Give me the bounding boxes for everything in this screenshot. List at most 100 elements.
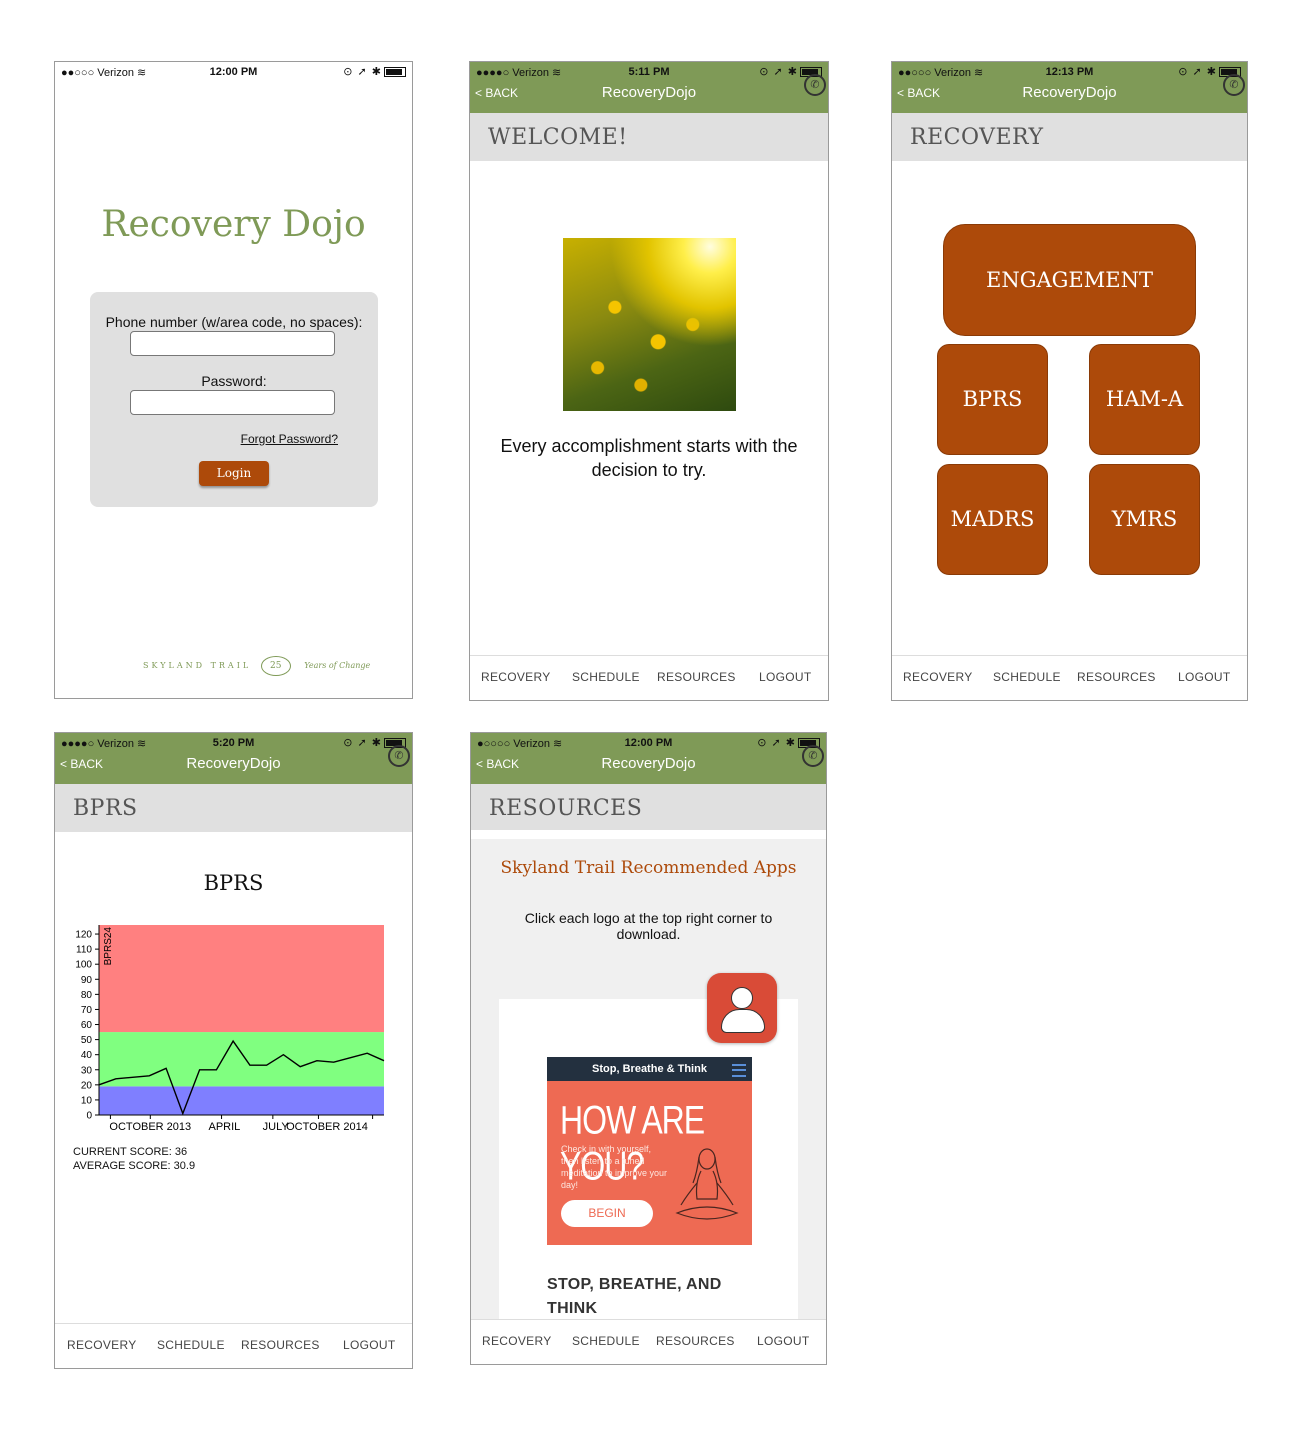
y-tick-label-70: 70 [81, 1005, 93, 1016]
tab-bar: RECOVERY SCHEDULE RESOURCES LOGOUT [471, 1319, 826, 1364]
status-bar: ●●○○○ Verizon ≋ 12:00 PM ⊙ ➚ ✱ [55, 62, 412, 82]
tab-logout[interactable]: LOGOUT [343, 1338, 395, 1352]
meditation-app-icon[interactable] [707, 973, 777, 1043]
ham-a-tile[interactable]: HAM-A [1089, 344, 1200, 455]
welcome-screen: ●●●●○ Verizon ≋ 5:11 PM ⊙ ➚ ✱ < BACK Rec… [469, 61, 829, 701]
y-tick-label-40: 40 [81, 1050, 93, 1061]
page-title: BPRS [73, 796, 138, 821]
engagement-tile[interactable]: ENGAGEMENT [943, 224, 1196, 336]
y-tick-label-60: 60 [81, 1020, 93, 1031]
tab-logout[interactable]: LOGOUT [759, 670, 811, 684]
status-bar: ●●○○○ Verizon ≋ 12:13 PM ⊙ ➚ ✱ [892, 62, 1247, 82]
section-description: Click each logo at the top right corner … [524, 910, 773, 942]
tab-recovery[interactable]: RECOVERY [903, 670, 973, 684]
app-screenshot: Stop, Breathe & Think HOW ARE YOU? Check… [547, 1057, 752, 1245]
phone-call-icon[interactable]: ✆ [804, 74, 826, 96]
app-bar-title: Stop, Breathe & Think [547, 1057, 752, 1081]
phone-call-icon[interactable]: ✆ [802, 745, 824, 767]
app-subtext: Check in with yourself, then listen to a… [561, 1144, 668, 1190]
page-title: WELCOME! [488, 125, 628, 150]
score-summary: CURRENT SCORE: 36 AVERAGE SCORE: 30.9 [73, 1145, 195, 1173]
nav-header: ●○○○○ Verizon ≋ 12:00 PM ⊙ ➚ ✱ < BACK Re… [471, 733, 826, 784]
tab-logout[interactable]: LOGOUT [1178, 670, 1230, 684]
x-tick-label-0: OCTOBER 2013 [109, 1121, 191, 1133]
status-bar: ●○○○○ Verizon ≋ 12:00 PM ⊙ ➚ ✱ [471, 733, 826, 753]
tab-logout[interactable]: LOGOUT [757, 1334, 809, 1348]
hamburger-menu-icon [732, 1064, 746, 1077]
app-title: RecoveryDojo [601, 84, 697, 101]
chart-band-1 [99, 1032, 384, 1087]
flower-image [563, 238, 736, 411]
page-title: RESOURCES [489, 796, 643, 821]
page-title-bar: RESOURCES [471, 784, 826, 830]
tab-schedule[interactable]: SCHEDULE [572, 1334, 640, 1348]
tab-recovery[interactable]: RECOVERY [67, 1338, 137, 1352]
status-icons: ⊙ ➚ ✱ [343, 65, 406, 78]
app-logo-title: Recovery Dojo [101, 204, 366, 245]
y-tick-label-30: 30 [81, 1065, 93, 1076]
nav-header: ●●●●○ Verizon ≋ 5:20 PM ⊙ ➚ ✱ < BACK Rec… [55, 733, 412, 784]
ymrs-tile[interactable]: YMRS [1089, 464, 1200, 575]
begin-button: BEGIN [561, 1200, 653, 1227]
page-title-bar: BPRS [55, 784, 412, 832]
tab-resources[interactable]: RESOURCES [657, 670, 736, 684]
tab-schedule[interactable]: SCHEDULE [157, 1338, 225, 1352]
phone-input[interactable] [130, 331, 335, 356]
bprs-chart: 0 10 20 30 40 50 60 70 80 90 100 110 120 BPRS24 OCTOBE… [75, 925, 385, 1133]
battery-icon [384, 67, 406, 78]
anniversary-mark: 25 [260, 656, 291, 676]
y-tick-label-90: 90 [81, 975, 93, 986]
y-tick-label-100: 100 [75, 960, 92, 971]
tab-recovery[interactable]: RECOVERY [482, 1334, 552, 1348]
footer-brand: SKYLAND TRAIL [143, 661, 252, 670]
tab-bar: RECOVERY SCHEDULE RESOURCES LOGOUT [892, 655, 1247, 700]
footer-tagline: Years of Change [304, 661, 371, 670]
y-tick-label-120: 120 [75, 930, 92, 941]
app-title: RecoveryDojo [186, 755, 281, 772]
x-tick-label-1: APRIL [209, 1121, 241, 1133]
app-title: RecoveryDojo [1022, 84, 1117, 101]
y-tick-label-0: 0 [86, 1111, 92, 1122]
nav-header: ●●●●○ Verizon ≋ 5:11 PM ⊙ ➚ ✱ < BACK Rec… [470, 62, 828, 113]
x-tick-label-3: OCTOBER 2014 [286, 1121, 368, 1133]
tab-schedule[interactable]: SCHEDULE [993, 670, 1061, 684]
app-name: STOP, BREATHE, AND THINK [547, 1276, 722, 1317]
forgot-password-link[interactable]: Forgot Password? [241, 432, 338, 446]
phone-call-icon[interactable]: ✆ [388, 745, 410, 767]
tab-schedule[interactable]: SCHEDULE [572, 670, 640, 684]
password-input[interactable] [130, 390, 335, 415]
motivational-quote: Every accomplishment starts with the dec… [500, 436, 798, 480]
tab-resources[interactable]: RESOURCES [241, 1338, 320, 1352]
page-title-bar: WELCOME! [470, 113, 828, 161]
tab-resources[interactable]: RESOURCES [656, 1334, 735, 1348]
resources-screen: ●○○○○ Verizon ≋ 12:00 PM ⊙ ➚ ✱ < BACK Re… [470, 732, 827, 1365]
meditating-person-icon [675, 1148, 739, 1220]
app-title: RecoveryDojo [601, 755, 696, 772]
login-form: Phone number (w/area code, no spaces): P… [90, 292, 378, 507]
page-title: RECOVERY [910, 125, 1044, 150]
y-tick-label-20: 20 [81, 1080, 93, 1091]
tab-bar: RECOVERY SCHEDULE RESOURCES LOGOUT [470, 655, 828, 700]
status-bar: ●●●●○ Verizon ≋ 5:11 PM ⊙ ➚ ✱ [470, 62, 828, 82]
current-score: CURRENT SCORE: 36 [73, 1146, 188, 1158]
login-button[interactable]: Login [199, 461, 269, 486]
y-axis-label: BPRS24 [103, 927, 114, 966]
chart-band-2 [99, 925, 384, 1033]
tab-resources[interactable]: RESOURCES [1077, 670, 1156, 684]
madrs-tile[interactable]: MADRS [937, 464, 1048, 575]
bprs-tile[interactable]: BPRS [937, 344, 1048, 455]
page-title-bar: RECOVERY [892, 113, 1247, 161]
tab-recovery[interactable]: RECOVERY [481, 670, 551, 684]
average-score: AVERAGE SCORE: 30.9 [73, 1160, 196, 1172]
section-title: Skyland Trail Recommended Apps [500, 858, 797, 878]
login-screen: ●●○○○ Verizon ≋ 12:00 PM ⊙ ➚ ✱ Recovery … [54, 61, 413, 699]
phone-call-icon[interactable]: ✆ [1223, 74, 1245, 96]
status-bar: ●●●●○ Verizon ≋ 5:20 PM ⊙ ➚ ✱ [55, 733, 412, 753]
tab-bar: RECOVERY SCHEDULE RESOURCES LOGOUT [55, 1323, 412, 1368]
recovery-screen: ●●○○○ Verizon ≋ 12:13 PM ⊙ ➚ ✱ < BACK Re… [891, 61, 1248, 701]
y-tick-label-10: 10 [81, 1095, 93, 1106]
chart-band-0 [99, 1086, 384, 1115]
y-tick-label-50: 50 [81, 1035, 93, 1046]
bprs-screen: ●●●●○ Verizon ≋ 5:20 PM ⊙ ➚ ✱ < BACK Rec… [54, 732, 413, 1369]
nav-header: ●●○○○ Verizon ≋ 12:13 PM ⊙ ➚ ✱ < BACK Re… [892, 62, 1247, 113]
